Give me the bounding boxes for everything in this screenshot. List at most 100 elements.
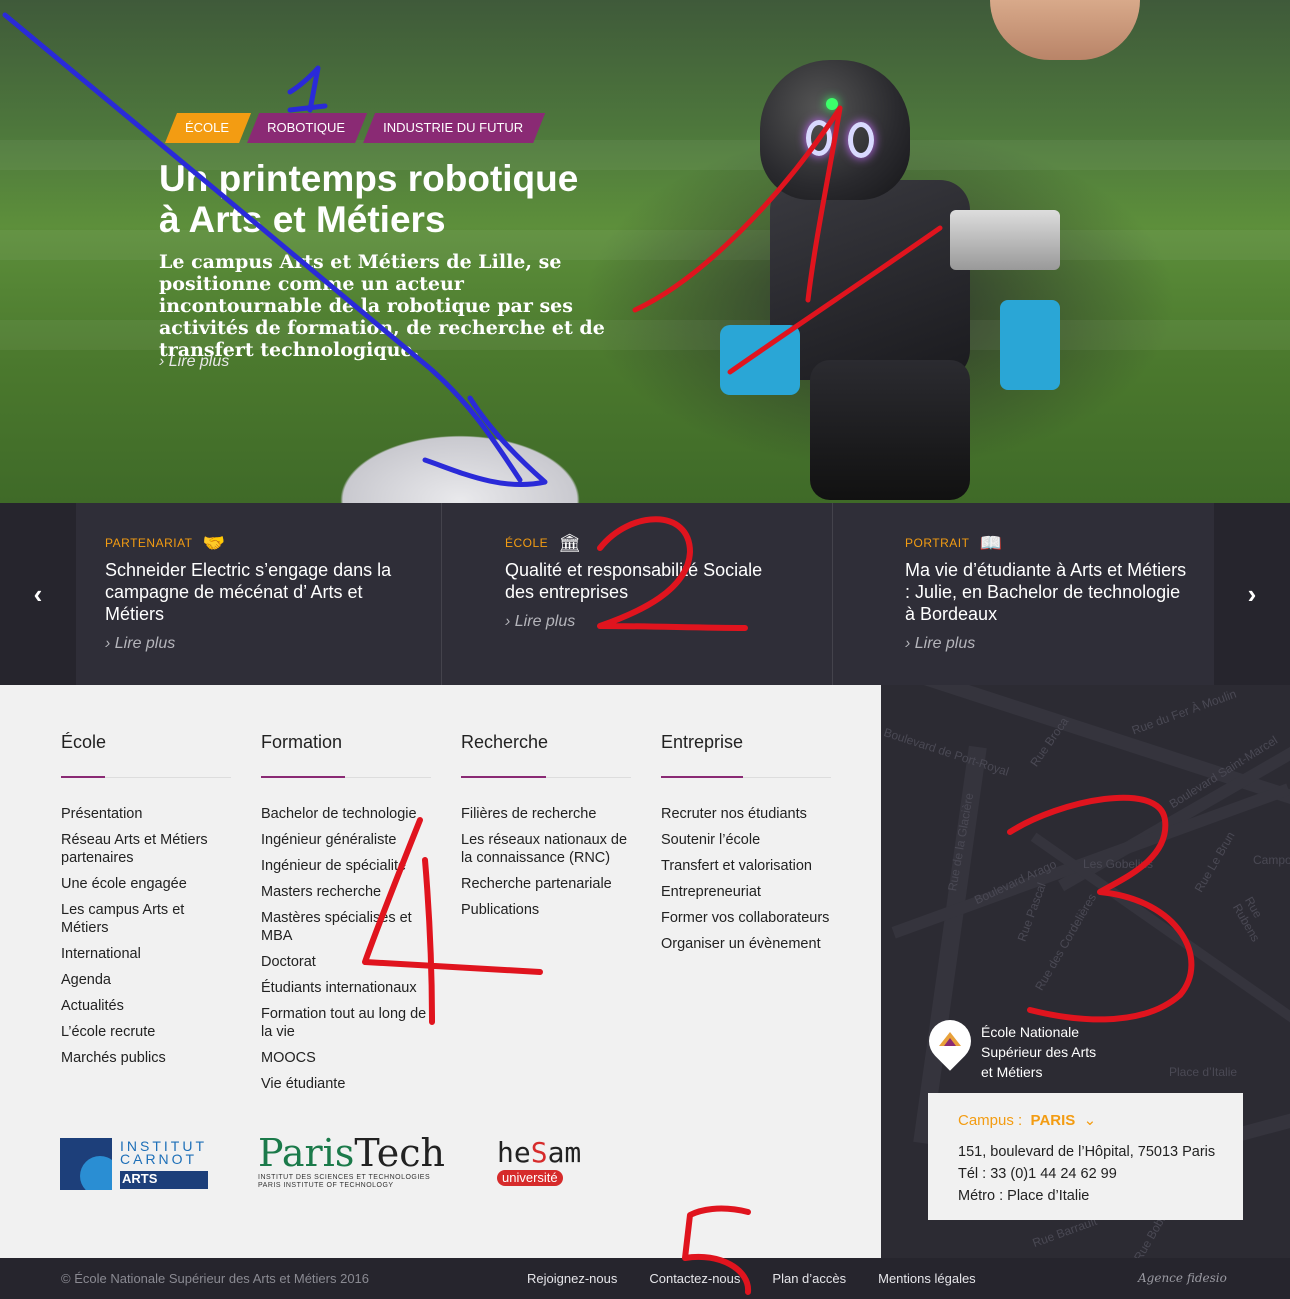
news-read-more-link[interactable]: › Lire plus — [105, 635, 441, 653]
footer-link[interactable]: Ingénieur de spécialité — [261, 857, 431, 875]
chevron-down-icon: ⌄ — [1079, 1112, 1097, 1129]
divider — [661, 776, 831, 778]
footer-column-heading: Formation — [261, 732, 343, 752]
bottom-link-plan[interactable]: Plan d’accès — [772, 1271, 846, 1286]
news-item[interactable]: PARTENARIAT 🤝 Schneider Electric s’engag… — [76, 503, 441, 685]
hero-title[interactable]: Un printemps robotique à Arts et Métiers — [159, 158, 679, 240]
footer-link[interactable]: Formation tout au long de la vie — [261, 1005, 431, 1041]
paristech-logo-text: Paris — [258, 1131, 355, 1175]
tag-industrie-du-futur[interactable]: INDUSTRIE DU FUTUR — [363, 113, 545, 143]
map-pin-icon[interactable] — [920, 1011, 980, 1080]
map-street-label: Rue du Fer À Moulin — [1129, 686, 1239, 738]
footer-link[interactable]: Mastères spécialisés et MBA — [261, 909, 431, 945]
chevron-right-icon: › — [159, 353, 169, 370]
news-category: PORTRAIT 📖 — [905, 533, 1214, 553]
footer-navigation: École Présentation Réseau Arts et Métier… — [0, 685, 881, 1258]
footer-column-ecole: École Présentation Réseau Arts et Métier… — [61, 685, 231, 1075]
carousel-next-button[interactable]: › — [1214, 503, 1290, 685]
footer-link[interactable]: Réseau Arts et Métiers partenaires — [61, 831, 231, 867]
news-title[interactable]: Schneider Electric s’engage dans la camp… — [105, 559, 395, 625]
campus-address: 151, boulevard de l’Hôpital, 75013 Paris — [958, 1144, 1216, 1160]
divider — [261, 776, 431, 778]
hesam-logo-text: am — [547, 1136, 582, 1169]
footer-link[interactable]: Recruter nos étudiants — [661, 805, 831, 823]
footer-link[interactable]: Présentation — [61, 805, 231, 823]
news-read-more-link[interactable]: › Lire plus — [905, 635, 1214, 653]
footer-link[interactable]: Ingénieur généraliste — [261, 831, 431, 849]
tag-robotique[interactable]: ROBOTIQUE — [247, 113, 367, 143]
agency-credit-link[interactable]: Agence fidesio — [1138, 1271, 1227, 1285]
campus-phone: Tél : 33 (0)1 44 24 62 99 — [958, 1166, 1117, 1182]
chevron-right-icon: › — [905, 635, 915, 652]
footer-link[interactable]: Bachelor de technologie — [261, 805, 431, 823]
chevron-right-icon: › — [505, 613, 515, 630]
footer-column-recherche: Recherche Filières de recherche Les rése… — [461, 685, 631, 927]
news-category: ÉCOLE 🏛 — [505, 533, 832, 553]
divider — [61, 776, 231, 778]
news-item[interactable]: PORTRAIT 📖 Ma vie d’étudiante à Arts et … — [832, 503, 1214, 685]
footer-link[interactable]: Organiser un évènement — [661, 935, 831, 953]
paristech-logo-subtitle: PARIS INSTITUTE OF TECHNOLOGY — [258, 1182, 394, 1189]
news-read-more-label: Lire plus — [914, 635, 976, 652]
campus-map[interactable]: Boulevard de Port-Royal Rue Broca Rue du… — [881, 685, 1290, 1258]
footer-link[interactable]: Agenda — [61, 971, 231, 989]
news-item[interactable]: ÉCOLE 🏛 Qualité et responsabilité Social… — [441, 503, 832, 685]
news-title[interactable]: Qualité et responsabilité Sociale des en… — [505, 559, 795, 603]
footer-link[interactable]: Doctorat — [261, 953, 431, 971]
bottom-link-mentions[interactable]: Mentions légales — [878, 1271, 976, 1286]
campus-info-box: Campus : PARIS ⌄ 151, boulevard de l’Hôp… — [928, 1093, 1243, 1220]
footer-column-heading: Entreprise — [661, 732, 744, 752]
divider — [461, 776, 631, 778]
footer-link[interactable]: Recherche partenariale — [461, 875, 631, 893]
partner-logos: INSTITUT CARNOT ARTS ParisTech INSTITUT … — [60, 1132, 660, 1198]
hero-banner: ÉCOLE ROBOTIQUE INDUSTRIE DU FUTUR Un pr… — [0, 0, 1290, 503]
footer-link[interactable]: Entrepreneuriat — [661, 883, 831, 901]
campus-selector-value: PARIS — [1030, 1112, 1076, 1129]
footer-link[interactable]: Les campus Arts et Métiers — [61, 901, 231, 937]
hesam-logo[interactable]: heSam université — [497, 1136, 597, 1187]
footer-link[interactable]: Masters recherche — [261, 883, 431, 901]
footer-link[interactable]: Les réseaux nationaux de la connaissance… — [461, 831, 631, 867]
footer-link[interactable]: Filières de recherche — [461, 805, 631, 823]
footer-link[interactable]: Publications — [461, 901, 631, 919]
bottom-link-contact[interactable]: Contactez-nous — [649, 1271, 740, 1286]
news-category: PARTENARIAT 🤝 — [105, 533, 441, 553]
bottom-bar: © École Nationale Supérieur des Arts et … — [0, 1258, 1290, 1299]
footer-link[interactable]: Étudiants internationaux — [261, 979, 431, 997]
footer-link[interactable]: Actualités — [61, 997, 231, 1015]
tag-ecole[interactable]: ÉCOLE — [165, 113, 251, 143]
hesam-logo-pill: université — [497, 1170, 563, 1186]
book-icon: 📖 — [979, 533, 1003, 553]
chevron-right-icon: › — [105, 635, 115, 652]
map-street-label: Les Gobelins — [1083, 857, 1154, 871]
news-title[interactable]: Ma vie d’étudiante à Arts et Métiers : J… — [905, 559, 1195, 625]
footer-link[interactable]: Soutenir l’école — [661, 831, 831, 849]
hero-title-line2: à Arts et Métiers — [159, 199, 446, 240]
news-read-more-link[interactable]: › Lire plus — [505, 613, 832, 631]
paristech-logo-text: Tech — [354, 1131, 445, 1175]
map-street-label: Place d’Italie — [1169, 1065, 1238, 1079]
footer-link[interactable]: International — [61, 945, 231, 963]
paristech-logo[interactable]: ParisTech INSTITUT DES SCIENCES ET TECHN… — [258, 1132, 453, 1190]
footer-link[interactable]: Une école engagée — [61, 875, 231, 893]
news-items: PARTENARIAT 🤝 Schneider Electric s’engag… — [76, 503, 1214, 685]
map-street-label: Boulevard de Port-Royal — [882, 725, 1011, 779]
carnot-logo-text: ARTS — [120, 1171, 208, 1189]
hero-read-more-link[interactable]: › Lire plus — [159, 353, 229, 371]
copyright-text: © École Nationale Supérieur des Arts et … — [61, 1271, 370, 1286]
footer-link[interactable]: Former vos collaborateurs — [661, 909, 831, 927]
carousel-prev-button[interactable]: ‹ — [0, 503, 76, 685]
map-street-label: Rue Le Brun — [1191, 829, 1238, 895]
news-read-more-label: Lire plus — [114, 635, 176, 652]
institut-carnot-logo[interactable]: INSTITUT CARNOT ARTS — [60, 1138, 210, 1190]
footer-link[interactable]: Transfert et valorisation — [661, 857, 831, 875]
chevron-right-icon: › — [1247, 578, 1257, 609]
footer-link[interactable]: Vie étudiante — [261, 1075, 431, 1093]
campus-selector[interactable]: Campus : PARIS ⌄ — [958, 1111, 1243, 1129]
bottom-link-rejoignez[interactable]: Rejoignez-nous — [527, 1271, 617, 1286]
footer-link[interactable]: L’école recrute — [61, 1023, 231, 1041]
footer-link[interactable]: MOOCS — [261, 1049, 431, 1067]
chevron-left-icon: ‹ — [33, 578, 43, 609]
footer-link[interactable]: Marchés publics — [61, 1049, 231, 1067]
news-category-label: PORTRAIT — [905, 536, 970, 550]
